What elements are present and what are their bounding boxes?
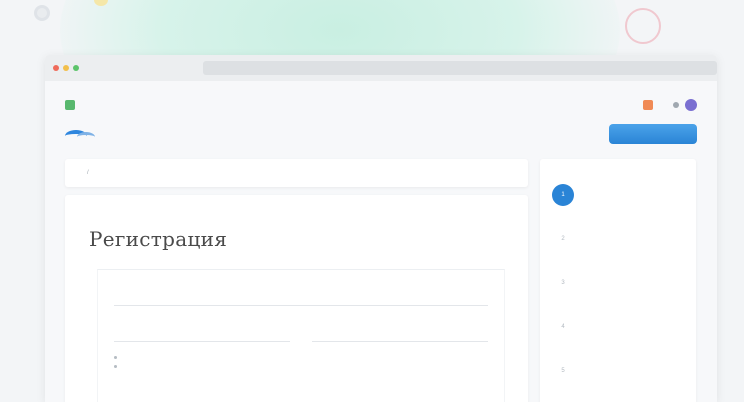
- email-field[interactable]: [114, 284, 488, 306]
- phone-icon: [65, 100, 75, 110]
- header-cta-button[interactable]: [609, 124, 697, 144]
- step-marker: 2: [561, 236, 565, 242]
- form-row: [114, 320, 488, 342]
- site-header: [65, 119, 697, 149]
- bullet-icon: [114, 365, 117, 368]
- field-a[interactable]: [114, 320, 290, 342]
- step-2[interactable]: 2: [552, 217, 684, 261]
- page-content: / Регистрация 1 2 3 4 5: [45, 81, 717, 402]
- requirements-list: [114, 356, 488, 368]
- top-strip: [65, 97, 697, 113]
- address-bar[interactable]: [202, 61, 717, 75]
- close-window-dot[interactable]: [53, 65, 59, 71]
- step-5[interactable]: 5: [552, 349, 684, 393]
- browser-window: / Регистрация 1 2 3 4 5: [45, 55, 717, 402]
- field-b[interactable]: [312, 320, 488, 342]
- logo[interactable]: [65, 126, 99, 142]
- maximize-window-dot[interactable]: [72, 65, 79, 71]
- gear-icon: [34, 5, 50, 21]
- minimize-window-dot[interactable]: [62, 65, 69, 71]
- step-4[interactable]: 4: [552, 305, 684, 349]
- step-3[interactable]: 3: [552, 261, 684, 305]
- browser-toolbar: [45, 55, 717, 81]
- bullet-icon: [114, 356, 117, 359]
- list-item: [114, 356, 488, 359]
- step-marker: 3: [561, 280, 565, 286]
- decorative-ring: [625, 8, 661, 44]
- breadcrumb: /: [65, 159, 528, 187]
- cart-icon: [643, 100, 653, 110]
- step-marker: 5: [561, 368, 565, 374]
- avatar[interactable]: [685, 99, 697, 111]
- registration-card: Регистрация: [65, 195, 528, 402]
- list-item: [114, 365, 488, 368]
- registration-form: [97, 269, 505, 402]
- steps-panel: 1 2 3 4 5: [540, 159, 696, 402]
- page-title: Регистрация: [89, 227, 228, 251]
- step-marker: 1: [552, 184, 574, 206]
- notification-dot[interactable]: [673, 102, 679, 108]
- breadcrumb-separator: /: [87, 170, 89, 176]
- step-marker: 4: [561, 324, 565, 330]
- step-1[interactable]: 1: [552, 173, 684, 217]
